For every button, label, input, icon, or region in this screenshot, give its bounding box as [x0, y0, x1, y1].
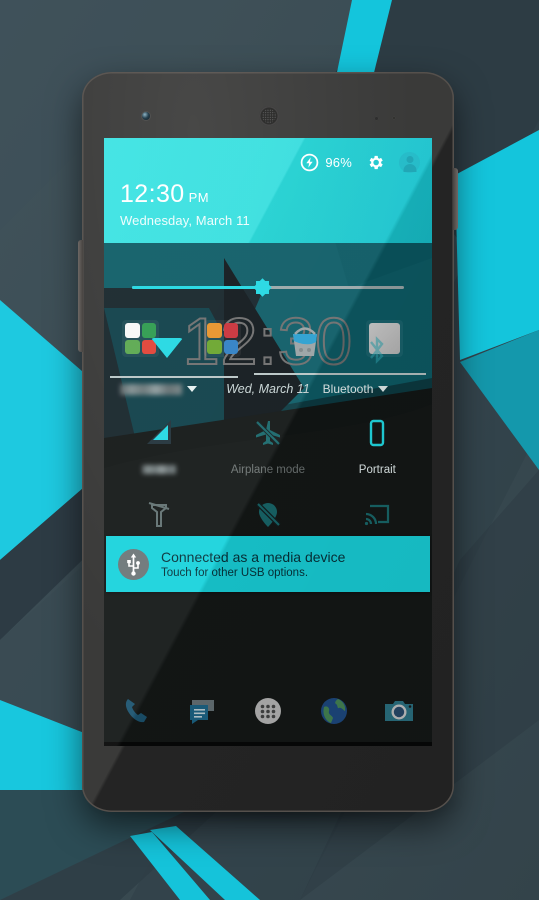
cast-screen-icon [362, 500, 392, 535]
phone-app[interactable] [120, 694, 154, 728]
camera-app[interactable] [382, 694, 416, 728]
tile-signal[interactable] [104, 404, 213, 486]
carrier-dropdown[interactable] [104, 383, 213, 395]
media-folder[interactable] [204, 320, 241, 357]
tile-signal-label-redacted [141, 465, 176, 475]
user-avatar-icon[interactable] [399, 152, 420, 173]
power-button[interactable] [453, 168, 458, 230]
usb-notification-card[interactable]: Connected as a media device Touch for ot… [106, 536, 430, 592]
maps-icon [125, 339, 140, 354]
navigation-bar [104, 742, 432, 746]
browser-app[interactable] [317, 694, 351, 728]
tile-airplane-label: Airplane mode [230, 464, 306, 476]
tile-signal-label [104, 464, 213, 476]
portrait-phone-icon [362, 418, 392, 453]
usb-notification-text: Connected as a media device Touch for ot… [161, 549, 345, 579]
header-date: Wednesday, March 11 [120, 213, 250, 228]
app-drawer[interactable] [251, 694, 285, 728]
games-icon [207, 339, 222, 354]
usb-icon [118, 548, 149, 580]
front-camera [142, 112, 150, 120]
battery-status: 96% [300, 153, 352, 172]
chevron-down-icon [378, 386, 389, 392]
books-icon [223, 339, 238, 354]
phone-screen: 12:30 96% 12:30 PM Wednesday, March 11 W… [104, 138, 432, 746]
brightness-knob[interactable] [253, 278, 272, 298]
bluetooth-dropdown[interactable]: Bluetooth [323, 382, 432, 396]
proximity-sensor [374, 116, 408, 122]
battery-percent: 96% [325, 155, 352, 170]
bluetooth-icon [366, 334, 388, 371]
headphones-icon [207, 323, 222, 338]
paint-bucket-icon[interactable] [286, 320, 324, 358]
flashlight-off-icon [144, 500, 174, 535]
signal-bars-icon [143, 418, 175, 453]
header-clock: 12:30 PM Wednesday, March 11 [120, 180, 250, 229]
tile-portrait-label: Portrait [358, 464, 396, 476]
chrome-icon [141, 323, 156, 338]
tile-portrait[interactable]: Portrait [323, 404, 432, 486]
usb-notification-subtitle: Touch for other USB options. [161, 567, 309, 580]
header-meridiem: PM [188, 190, 210, 205]
google-icon [125, 323, 140, 338]
earpiece-speaker [259, 106, 279, 126]
homescreen-dock [104, 680, 432, 742]
brightness-fill [132, 286, 263, 289]
quick-settings-row-1: Airplane mode Portrait [104, 404, 432, 486]
bluetooth-dropdown-label: Bluetooth [322, 382, 374, 396]
chevron-down-icon [187, 386, 198, 392]
airplane-off-icon [253, 418, 283, 453]
header-status-row: 96% [300, 152, 420, 173]
wifi-icon [151, 338, 183, 358]
messaging-app[interactable] [185, 694, 219, 728]
nexus-5-phone: 12:30 96% 12:30 PM Wednesday, March 11 W… [78, 72, 460, 824]
gear-icon[interactable] [366, 153, 385, 172]
charging-bolt-icon [301, 153, 319, 172]
quick-settings-dropdown-row: Wed, March 11 Bluetooth [104, 374, 432, 404]
qs-date-text: Wed, March 11 [226, 382, 310, 396]
volume-rocker[interactable] [78, 240, 83, 352]
location-off-icon [253, 500, 283, 535]
usb-notification-title: Connected as a media device [161, 548, 346, 565]
movies-icon [223, 323, 238, 338]
quick-settings-header: 96% 12:30 PM Wednesday, March 11 [104, 138, 432, 243]
brightness-slider[interactable] [132, 278, 404, 298]
date-text-row: Wed, March 11 [213, 382, 322, 396]
carrier-name-redacted [120, 383, 183, 395]
tile-airplane-mode[interactable]: Airplane mode [213, 404, 322, 486]
header-time: 12:30 [120, 180, 185, 208]
